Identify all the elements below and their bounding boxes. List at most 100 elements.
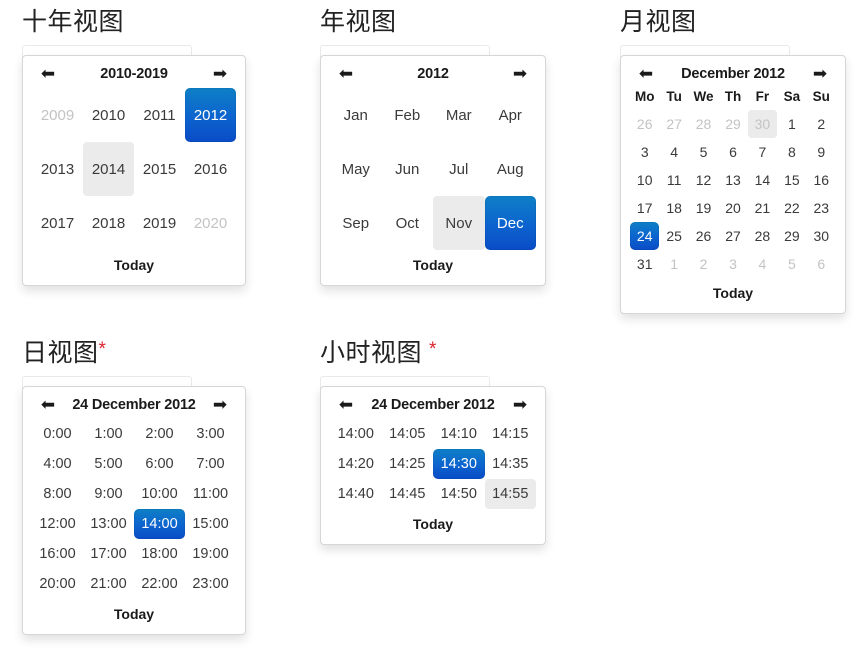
day-cell[interactable]: 3: [630, 138, 659, 166]
year-cell[interactable]: 2014: [83, 142, 134, 196]
day-cell[interactable]: 5: [689, 138, 718, 166]
minute-cell[interactable]: 14:40: [330, 479, 382, 509]
year-cell[interactable]: 2018: [83, 196, 134, 250]
next-arrow-icon[interactable]: ➡: [509, 396, 531, 413]
day-cell[interactable]: 18: [659, 194, 688, 222]
day-cell[interactable]: 23: [807, 194, 836, 222]
day-cell[interactable]: 2: [689, 250, 718, 278]
month-cell[interactable]: Mar: [433, 88, 485, 142]
day-cell[interactable]: 1: [659, 250, 688, 278]
day-cell[interactable]: 2: [807, 110, 836, 138]
hour-cell[interactable]: 1:00: [83, 419, 134, 449]
month-cell[interactable]: Feb: [382, 88, 434, 142]
hour-cell[interactable]: 20:00: [32, 569, 83, 599]
day-cell[interactable]: 4: [748, 250, 777, 278]
month-cell[interactable]: Nov: [433, 196, 485, 250]
hour-cell[interactable]: 15:00: [185, 509, 236, 539]
year-cell[interactable]: 2015: [134, 142, 185, 196]
hour-cell[interactable]: 19:00: [185, 539, 236, 569]
hour-cell[interactable]: 7:00: [185, 449, 236, 479]
hour-cell[interactable]: 21:00: [83, 569, 134, 599]
prev-arrow-icon[interactable]: ⬅: [635, 65, 657, 82]
minute-cell[interactable]: 14:25: [382, 449, 434, 479]
day-cell[interactable]: 27: [718, 222, 747, 250]
month-cell[interactable]: Jan: [330, 88, 382, 142]
month-cell[interactable]: Jul: [433, 142, 485, 196]
day-cell[interactable]: 12: [689, 166, 718, 194]
today-button-hour[interactable]: Today: [321, 509, 545, 544]
year-cell[interactable]: 2009: [32, 88, 83, 142]
day-cell[interactable]: 4: [659, 138, 688, 166]
prev-arrow-icon[interactable]: ⬅: [37, 65, 59, 82]
next-arrow-icon[interactable]: ➡: [209, 65, 231, 82]
minute-cell[interactable]: 14:10: [433, 419, 485, 449]
day-cell[interactable]: 29: [777, 222, 806, 250]
day-cell[interactable]: 1: [777, 110, 806, 138]
hour-cell[interactable]: 14:00: [134, 509, 185, 539]
day-cell[interactable]: 21: [748, 194, 777, 222]
month-cell[interactable]: May: [330, 142, 382, 196]
day-cell[interactable]: 26: [689, 222, 718, 250]
hour-cell[interactable]: 3:00: [185, 419, 236, 449]
hour-cell[interactable]: 23:00: [185, 569, 236, 599]
year-cell[interactable]: 2013: [32, 142, 83, 196]
minute-cell[interactable]: 14:15: [485, 419, 537, 449]
minute-cell[interactable]: 14:30: [433, 449, 485, 479]
hour-cell[interactable]: 17:00: [83, 539, 134, 569]
month-cell[interactable]: Jun: [382, 142, 434, 196]
year-cell[interactable]: 2012: [185, 88, 236, 142]
day-cell[interactable]: 31: [630, 250, 659, 278]
hour-cell[interactable]: 5:00: [83, 449, 134, 479]
year-cell[interactable]: 2016: [185, 142, 236, 196]
day-cell[interactable]: 27: [659, 110, 688, 138]
hour-cell[interactable]: 9:00: [83, 479, 134, 509]
hour-picker-title[interactable]: 24 December 2012: [357, 397, 509, 413]
year-cell[interactable]: 2011: [134, 88, 185, 142]
hour-cell[interactable]: 6:00: [134, 449, 185, 479]
year-cell[interactable]: 2017: [32, 196, 83, 250]
day-cell[interactable]: 24: [630, 222, 660, 250]
hour-cell[interactable]: 16:00: [32, 539, 83, 569]
today-button-day[interactable]: Today: [23, 599, 245, 634]
day-cell[interactable]: 7: [748, 138, 777, 166]
hour-cell[interactable]: 8:00: [32, 479, 83, 509]
minute-cell[interactable]: 14:05: [382, 419, 434, 449]
day-cell[interactable]: 9: [807, 138, 836, 166]
day-cell[interactable]: 3: [718, 250, 747, 278]
day-cell[interactable]: 22: [777, 194, 806, 222]
year-cell[interactable]: 2019: [134, 196, 185, 250]
hour-cell[interactable]: 22:00: [134, 569, 185, 599]
next-arrow-icon[interactable]: ➡: [809, 65, 831, 82]
today-button-month[interactable]: Today: [621, 278, 845, 313]
year-cell[interactable]: 2020: [185, 196, 236, 250]
minute-cell[interactable]: 14:50: [433, 479, 485, 509]
day-cell[interactable]: 30: [807, 222, 836, 250]
day-cell[interactable]: 11: [659, 166, 688, 194]
day-cell[interactable]: 28: [689, 110, 718, 138]
minute-cell[interactable]: 14:55: [484, 479, 536, 509]
hour-cell[interactable]: 13:00: [83, 509, 134, 539]
minute-cell[interactable]: 14:35: [485, 449, 537, 479]
day-cell[interactable]: 16: [807, 166, 836, 194]
today-button-year[interactable]: Today: [321, 250, 545, 285]
day-cell[interactable]: 6: [807, 250, 836, 278]
hour-cell[interactable]: 2:00: [134, 419, 185, 449]
day-cell[interactable]: 30: [747, 110, 778, 138]
minute-cell[interactable]: 14:00: [330, 419, 382, 449]
prev-arrow-icon[interactable]: ⬅: [335, 396, 357, 413]
day-cell[interactable]: 25: [659, 222, 688, 250]
day-picker-title[interactable]: 24 December 2012: [59, 397, 209, 413]
today-button-decade[interactable]: Today: [23, 250, 245, 285]
day-cell[interactable]: 20: [718, 194, 747, 222]
prev-arrow-icon[interactable]: ⬅: [335, 65, 357, 82]
month-cell[interactable]: Aug: [485, 142, 537, 196]
hour-cell[interactable]: 10:00: [134, 479, 185, 509]
year-picker-title[interactable]: 2012: [357, 66, 509, 82]
day-cell[interactable]: 8: [777, 138, 806, 166]
decade-picker-title[interactable]: 2010-2019: [59, 66, 209, 82]
day-cell[interactable]: 29: [718, 110, 747, 138]
month-cell[interactable]: Sep: [330, 196, 382, 250]
year-cell[interactable]: 2010: [83, 88, 134, 142]
day-cell[interactable]: 13: [718, 166, 747, 194]
month-cell[interactable]: Oct: [382, 196, 434, 250]
